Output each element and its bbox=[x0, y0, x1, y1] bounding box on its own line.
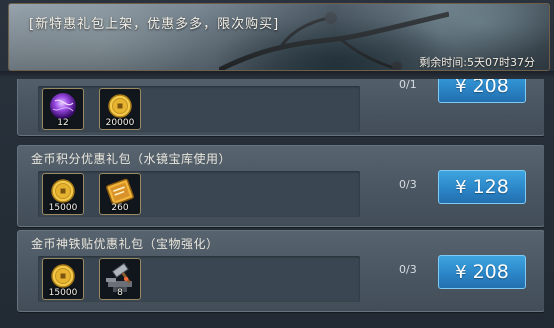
banner-title: [新特惠礼包上架，优惠多多，限次购买] bbox=[29, 17, 280, 32]
divider bbox=[0, 71, 554, 79]
item-slot[interactable]: 8 bbox=[99, 258, 141, 300]
item-slot[interactable]: 15000 bbox=[42, 173, 84, 215]
item-slot[interactable]: 12 bbox=[42, 88, 84, 130]
price: 208 bbox=[472, 261, 509, 283]
item-well bbox=[38, 256, 360, 302]
item-well bbox=[38, 171, 360, 217]
pack-title: 金币神铁贴优惠礼包（宝物强化） bbox=[31, 237, 219, 251]
item-quantity: 15000 bbox=[48, 288, 78, 298]
item-slot[interactable]: 15000 bbox=[42, 258, 84, 300]
shop-panel: [新特惠礼包上架，优惠多多，限次购买] 剩余时间:5天07时37分 12 200… bbox=[0, 0, 554, 328]
buy-button[interactable]: ¥128 bbox=[438, 170, 526, 204]
price: 128 bbox=[472, 176, 509, 198]
buy-button[interactable]: ¥208 bbox=[438, 255, 526, 289]
item-well bbox=[38, 86, 360, 132]
pack-card: 金币神铁贴优惠礼包（宝物强化） 15000 8 0/3 ¥ 208 bbox=[17, 230, 544, 312]
item-quantity: 12 bbox=[57, 118, 69, 128]
pack-card: 12 20000 0/1 ¥208 bbox=[17, 79, 544, 136]
item-quantity: 8 bbox=[117, 288, 123, 298]
pack-list[interactable]: 12 20000 0/1 ¥208 金币积分优惠礼包（水镜宝库使用） 15000… bbox=[12, 79, 544, 328]
pack-card: 金币积分优惠礼包（水镜宝库使用） 15000 260 0/3 ¥ 128 bbox=[17, 145, 544, 227]
item-quantity: 260 bbox=[111, 203, 129, 213]
currency-symbol: ¥ bbox=[455, 177, 467, 198]
item-quantity: 15000 bbox=[48, 203, 78, 213]
item-slot[interactable]: 20000 bbox=[99, 88, 141, 130]
purchase-limit: 0/3 bbox=[399, 263, 417, 276]
purchase-limit: 0/3 bbox=[399, 178, 417, 191]
purchase-limit: 0/1 bbox=[399, 79, 417, 91]
item-slot[interactable]: 260 bbox=[99, 173, 141, 215]
price: 208 bbox=[472, 79, 509, 97]
buy-button[interactable]: ¥208 bbox=[438, 79, 526, 103]
countdown-timer: 剩余时间:5天07时37分 bbox=[419, 56, 535, 69]
promo-banner: [新特惠礼包上架，优惠多多，限次购买] 剩余时间:5天07时37分 bbox=[8, 3, 550, 71]
currency-symbol: ¥ bbox=[455, 79, 467, 97]
currency-symbol: ¥ bbox=[455, 262, 467, 283]
item-quantity: 20000 bbox=[105, 118, 135, 128]
pack-title: 金币积分优惠礼包（水镜宝库使用） bbox=[31, 152, 232, 166]
